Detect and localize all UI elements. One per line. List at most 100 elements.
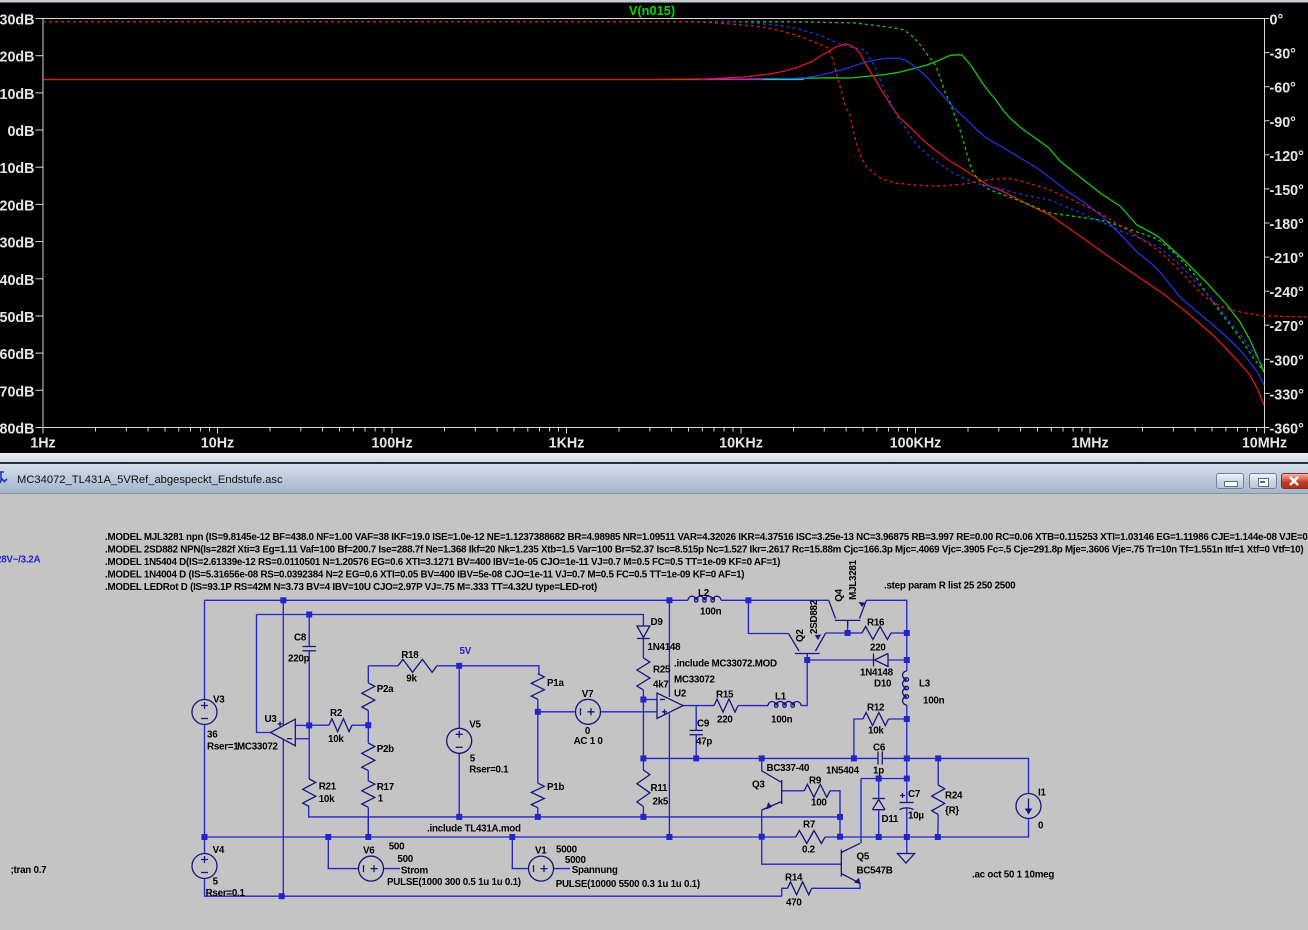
svg-text:2SD882: 2SD882 <box>809 599 820 634</box>
svg-text:BC547B: BC547B <box>857 866 893 877</box>
svg-text:220p: 220p <box>288 654 310 665</box>
svg-text:220: 220 <box>870 643 886 654</box>
svg-text:500: 500 <box>397 854 413 865</box>
svg-text:R16: R16 <box>867 618 885 629</box>
svg-text:10Hz: 10Hz <box>201 436 234 452</box>
svg-text:.include MC33072.MOD: .include MC33072.MOD <box>674 659 777 670</box>
svg-text:1N4148: 1N4148 <box>648 642 682 653</box>
svg-text:MC33072: MC33072 <box>674 675 716 686</box>
svg-text:D9: D9 <box>651 617 664 628</box>
svg-text:-70dB: -70dB <box>0 384 35 400</box>
svg-text:Q2: Q2 <box>795 629 806 642</box>
svg-text:R17: R17 <box>377 782 395 793</box>
svg-text:-30dB: -30dB <box>0 236 35 252</box>
svg-text:10dB: 10dB <box>0 87 35 103</box>
svg-text:R14: R14 <box>785 873 803 884</box>
svg-text:U3: U3 <box>265 714 278 725</box>
svg-text:1p: 1p <box>873 766 884 777</box>
svg-text:1N5404: 1N5404 <box>826 766 860 777</box>
svg-text:AC 1 0: AC 1 0 <box>574 736 604 747</box>
svg-text:BC337-40: BC337-40 <box>767 763 810 774</box>
svg-text:Strom: Strom <box>401 866 429 877</box>
svg-text:PULSE(10000 5500 0.3 1u 1u 0.1: PULSE(10000 5500 0.3 1u 1u 0.1) <box>556 879 700 890</box>
svg-text:Q3: Q3 <box>752 780 765 791</box>
svg-text:4k7: 4k7 <box>653 680 669 691</box>
svg-text:R9: R9 <box>809 776 822 787</box>
svg-text:I1: I1 <box>1038 788 1046 799</box>
svg-text:-40dB: -40dB <box>0 273 35 289</box>
svg-text:220: 220 <box>717 715 733 726</box>
svg-text:Rser=0.1: Rser=0.1 <box>469 765 509 776</box>
svg-text:-240°: -240° <box>1270 285 1305 301</box>
svg-text:V(n015): V(n015) <box>629 3 675 18</box>
svg-text:.ac oct 50 1 10meg: .ac oct 50 1 10meg <box>972 870 1054 881</box>
svg-text:R25: R25 <box>653 665 671 676</box>
svg-text:-300°: -300° <box>1270 353 1305 369</box>
svg-text:0dB: 0dB <box>7 124 34 140</box>
svg-text:-10dB: -10dB <box>0 161 35 177</box>
svg-text:-20dB: -20dB <box>0 198 35 214</box>
svg-text:5V: 5V <box>460 646 472 657</box>
svg-text:10MHz: 10MHz <box>1242 436 1287 452</box>
svg-text:0: 0 <box>1038 821 1044 832</box>
svg-text:-60°: -60° <box>1270 81 1297 97</box>
svg-text:100: 100 <box>811 798 827 809</box>
svg-text:P1b: P1b <box>547 782 564 793</box>
svg-text:R18: R18 <box>401 650 419 661</box>
svg-text:-30°: -30° <box>1270 47 1297 63</box>
svg-text:C8: C8 <box>294 633 307 644</box>
svg-text:100n: 100n <box>700 607 722 618</box>
svg-text:28V~/3.2A: 28V~/3.2A <box>0 554 40 565</box>
svg-text:-90°: -90° <box>1270 115 1297 131</box>
svg-text:R21: R21 <box>319 781 337 792</box>
svg-text:R11: R11 <box>651 783 668 794</box>
svg-text:D11: D11 <box>882 814 899 825</box>
svg-text:P2a: P2a <box>377 684 394 695</box>
svg-text:.MODEL 1N5404 D(IS=2.61339e-12: .MODEL 1N5404 D(IS=2.61339e-12 RS=0.0110… <box>105 557 780 568</box>
svg-text:47p: 47p <box>696 737 712 748</box>
svg-text:V4: V4 <box>213 845 225 856</box>
svg-text:U2: U2 <box>674 689 687 700</box>
svg-text:C7: C7 <box>908 789 921 800</box>
svg-text:.MODEL 1N4004 D (IS=5.31656e-0: .MODEL 1N4004 D (IS=5.31656e-08 RS=0.039… <box>105 570 744 581</box>
svg-text:-150°: -150° <box>1270 183 1305 199</box>
svg-text:100Hz: 100Hz <box>371 436 412 452</box>
svg-text:-120°: -120° <box>1270 149 1305 165</box>
svg-text:470: 470 <box>786 898 802 909</box>
svg-text:.step param R list 25 250 2500: .step param R list 25 250 2500 <box>884 581 1016 592</box>
svg-text:20dB: 20dB <box>0 50 35 66</box>
svg-text:-60dB: -60dB <box>0 347 35 363</box>
svg-text:R12: R12 <box>867 703 885 714</box>
svg-text:V1: V1 <box>535 845 547 856</box>
svg-text:0°: 0° <box>1270 13 1284 29</box>
svg-text:100n: 100n <box>923 696 945 707</box>
svg-text:{R}: {R} <box>945 805 959 816</box>
svg-text:5: 5 <box>213 877 219 888</box>
svg-text:10µ: 10µ <box>908 811 924 822</box>
svg-text:2k5: 2k5 <box>653 797 669 808</box>
svg-text:PULSE(1000 300 0.5 1u 1u 0.1): PULSE(1000 300 0.5 1u 1u 0.1) <box>387 877 521 888</box>
svg-text:R15: R15 <box>716 690 734 701</box>
svg-text:-180°: -180° <box>1270 217 1305 233</box>
svg-text:C9: C9 <box>697 719 710 730</box>
svg-text:10k: 10k <box>328 734 344 745</box>
svg-text:.MODEL MJL3281 npn (IS=9.8145e: .MODEL MJL3281 npn (IS=9.8145e-12 BF=438… <box>105 532 1308 543</box>
svg-text:Q4: Q4 <box>834 588 845 601</box>
svg-text:-210°: -210° <box>1270 251 1305 267</box>
svg-text:-270°: -270° <box>1270 319 1305 335</box>
svg-text:.MODEL LEDRot D (IS=93.1P RS=4: .MODEL LEDRot D (IS=93.1P RS=42M N=3.73 … <box>105 582 597 593</box>
svg-text:R7: R7 <box>803 820 816 831</box>
svg-text:1Hz: 1Hz <box>30 436 55 452</box>
svg-text:5000: 5000 <box>556 844 578 855</box>
svg-text:Spannung: Spannung <box>572 865 618 876</box>
svg-text:Rser=1: Rser=1 <box>207 742 239 753</box>
svg-text:5: 5 <box>470 754 476 765</box>
svg-text:0.2: 0.2 <box>802 845 816 856</box>
svg-text:;tran 0.7: ;tran 0.7 <box>11 865 48 876</box>
svg-text:L2: L2 <box>698 588 710 599</box>
svg-text:500: 500 <box>389 842 405 853</box>
svg-text:10k: 10k <box>868 726 884 737</box>
svg-text:R2: R2 <box>330 708 343 719</box>
svg-text:-330°: -330° <box>1270 387 1305 403</box>
svg-text:100n: 100n <box>771 715 793 726</box>
